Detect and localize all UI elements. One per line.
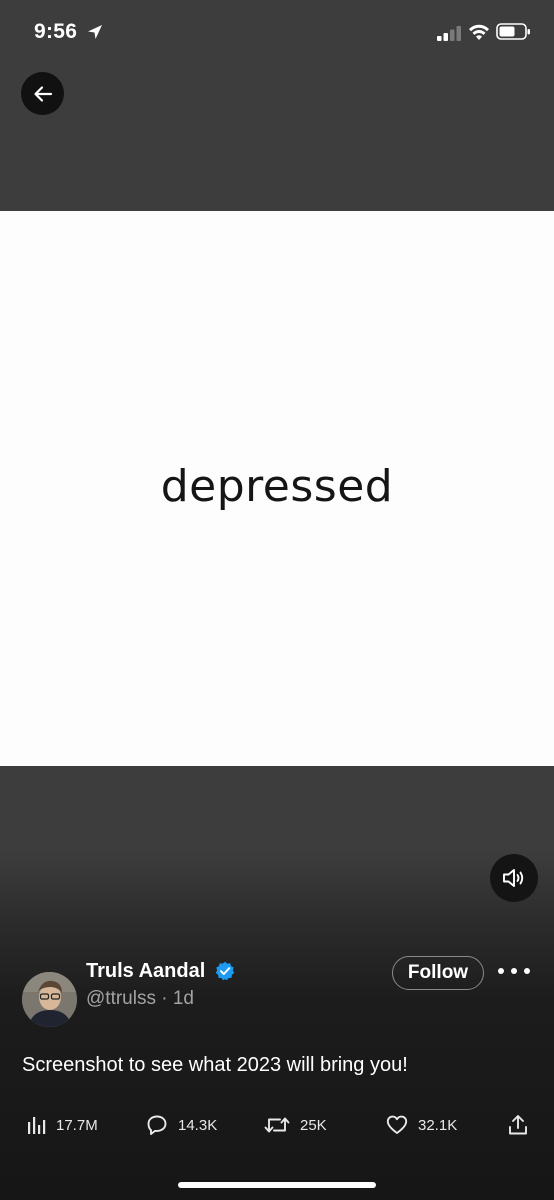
home-indicator[interactable]: [178, 1182, 376, 1188]
tweet-media-viewer: 9:56 depressed Truls Aandal @ttrulss · 1…: [0, 0, 554, 1200]
media-text: depressed: [160, 461, 394, 512]
speaker-volume-icon: [503, 869, 524, 887]
views-button[interactable]: 17.7M: [26, 1112, 98, 1138]
share-icon: [509, 1115, 527, 1135]
arrow-left-icon: [33, 85, 52, 102]
cellular-signal-icon: [437, 26, 461, 41]
location-arrow-icon: [88, 25, 102, 39]
more-dot-icon: [498, 968, 504, 974]
author-name[interactable]: Truls Aandal: [86, 960, 205, 983]
avatar-image: [22, 972, 77, 1027]
tweet-text: Screenshot to see what 2023 will bring y…: [22, 1054, 408, 1076]
verified-badge-icon: [215, 961, 235, 981]
wifi-icon: [469, 24, 489, 40]
views-count: 17.7M: [56, 1116, 98, 1134]
analytics-bars-icon: [28, 1117, 46, 1134]
battery-icon: [496, 23, 530, 40]
more-dot-icon: [511, 968, 517, 974]
reply-count: 14.3K: [178, 1116, 218, 1134]
back-button[interactable]: [21, 72, 64, 115]
avatar[interactable]: [22, 972, 77, 1027]
status-time: 9:56: [34, 20, 78, 43]
reply-button[interactable]: 14.3K: [146, 1112, 217, 1138]
like-count: 32.1K: [418, 1116, 458, 1134]
tweet-media[interactable]: depressed: [0, 211, 554, 766]
separator-dot: ·: [161, 988, 168, 1009]
follow-button[interactable]: Follow: [392, 956, 484, 990]
more-dot-icon: [524, 968, 530, 974]
more-options-button[interactable]: [498, 959, 530, 983]
retweet-count: 25K: [300, 1116, 327, 1134]
author-handle[interactable]: @ttrulss: [86, 988, 156, 1009]
like-button[interactable]: 32.1K: [386, 1112, 457, 1138]
author-handle-line: @ttrulss · 1d: [86, 988, 194, 1010]
share-button[interactable]: [507, 1112, 529, 1138]
tweet-age: 1d: [172, 988, 194, 1009]
volume-button[interactable]: [490, 854, 538, 902]
heart-icon: [386, 1115, 408, 1134]
reply-bubble-icon: [147, 1115, 167, 1135]
retweet-button[interactable]: 25K: [264, 1112, 327, 1138]
retweet-icon: [264, 1117, 290, 1133]
